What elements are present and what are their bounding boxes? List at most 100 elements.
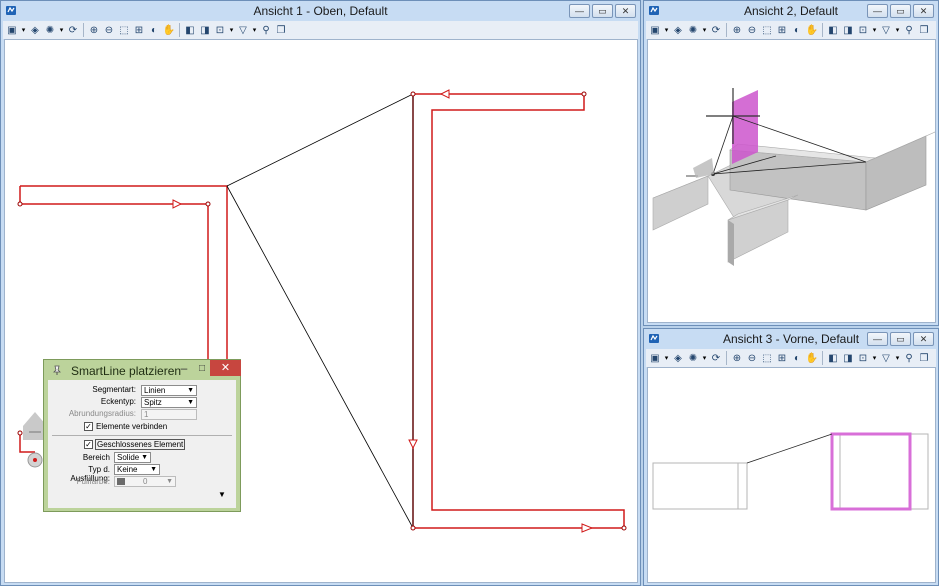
display-style-icon[interactable]: ◈ — [671, 23, 685, 37]
view3-titlebar[interactable]: Ansicht 3 - Vorne, Default — ▭ ✕ — [644, 329, 938, 349]
view-previous-icon[interactable]: ◧ — [826, 23, 840, 37]
rotate-view-icon[interactable]: ◐ — [147, 23, 161, 37]
minimize-button[interactable]: — — [867, 4, 888, 18]
chevron-down-icon[interactable]: ▾ — [701, 23, 708, 37]
close-button[interactable]: ✕ — [615, 4, 636, 18]
pin-icon[interactable] — [51, 364, 63, 376]
eckentyp-select[interactable]: Spitz ▼ — [141, 397, 197, 408]
view-attributes-icon[interactable]: ▣ — [648, 351, 662, 365]
copy-view-icon[interactable]: ❐ — [917, 23, 931, 37]
chevron-down-icon[interactable]: ▾ — [871, 23, 878, 37]
zoom-in-icon[interactable]: ⊕ — [87, 23, 101, 37]
maximize-button[interactable]: ▭ — [592, 4, 613, 18]
dialog-titlebar[interactable]: SmartLine platzieren – □ ✕ — [44, 360, 241, 380]
abrundungsradius-input[interactable]: 1 — [141, 409, 197, 420]
view-next-icon[interactable]: ◨ — [841, 351, 855, 365]
zoom-out-icon[interactable]: ⊖ — [102, 23, 116, 37]
chevron-down-icon: ▼ — [141, 454, 148, 461]
walk-icon[interactable]: ⚲ — [902, 23, 916, 37]
camera-icon[interactable]: ▽ — [879, 23, 893, 37]
chevron-down-icon[interactable]: ▾ — [251, 23, 258, 37]
window-area-icon[interactable]: ⬚ — [760, 351, 774, 365]
pan-icon[interactable]: ✋ — [805, 351, 819, 365]
pan-icon[interactable]: ✋ — [805, 23, 819, 37]
clip-volume-icon[interactable]: ⊡ — [856, 351, 870, 365]
expand-arrow-icon[interactable]: ▼ — [218, 490, 226, 499]
segmentart-select[interactable]: Linien ▼ — [141, 385, 197, 396]
view1-titlebar[interactable]: Ansicht 1 - Oben, Default — ▭ ✕ — [1, 1, 640, 21]
elemente-verbinden-checkbox[interactable]: ✓ — [84, 422, 93, 431]
view2-3d-model[interactable] — [648, 40, 935, 322]
minimize-button[interactable]: — — [569, 4, 590, 18]
view-attributes-icon[interactable]: ▣ — [648, 23, 662, 37]
fit-view-icon[interactable]: ⊞ — [775, 23, 789, 37]
maximize-button[interactable]: ▭ — [890, 4, 911, 18]
dialog-minimize-button[interactable]: – — [177, 362, 191, 375]
eckentyp-label: Eckentyp: — [100, 397, 136, 406]
rotate-view-icon[interactable]: ◐ — [790, 351, 804, 365]
close-button[interactable]: ✕ — [913, 4, 934, 18]
view3-window[interactable]: Ansicht 3 - Vorne, Default — ▭ ✕ ▣ ▾ ◈ ✺ ▾ ⟳ ⊕… — [643, 328, 939, 586]
clip-volume-icon[interactable]: ⊡ — [856, 23, 870, 37]
fit-view-icon[interactable]: ⊞ — [775, 351, 789, 365]
view2-canvas[interactable] — [647, 39, 936, 323]
view-attributes-icon[interactable]: ▣ — [5, 23, 19, 37]
walk-icon[interactable]: ⚲ — [259, 23, 273, 37]
chevron-down-icon[interactable]: ▾ — [20, 23, 27, 37]
copy-view-icon[interactable]: ❐ — [917, 351, 931, 365]
fit-view-icon[interactable]: ⊞ — [132, 23, 146, 37]
elemente-verbinden-label: Elemente verbinden — [96, 422, 168, 431]
lighting-icon[interactable]: ✺ — [686, 23, 700, 37]
walk-icon[interactable]: ⚲ — [902, 351, 916, 365]
toolbar-separator — [726, 351, 727, 365]
view-previous-icon[interactable]: ◧ — [183, 23, 197, 37]
view-next-icon[interactable]: ◨ — [841, 23, 855, 37]
window-area-icon[interactable]: ⬚ — [117, 23, 131, 37]
chevron-down-icon[interactable]: ▾ — [663, 23, 670, 37]
chevron-down-icon[interactable]: ▾ — [228, 23, 235, 37]
window-area-icon[interactable]: ⬚ — [760, 23, 774, 37]
chevron-down-icon[interactable]: ▾ — [894, 23, 901, 37]
chevron-down-icon[interactable]: ▾ — [58, 23, 65, 37]
camera-icon[interactable]: ▽ — [879, 351, 893, 365]
dialog-close-button[interactable]: ✕ — [210, 360, 241, 376]
close-button[interactable]: ✕ — [913, 332, 934, 346]
update-icon[interactable]: ⟳ — [66, 23, 80, 37]
maximize-button[interactable]: ▭ — [890, 332, 911, 346]
bereich-select[interactable]: Solide ▼ — [114, 452, 151, 463]
zoom-in-icon[interactable]: ⊕ — [730, 23, 744, 37]
smartline-dialog[interactable]: SmartLine platzieren – □ ✕ Segmentart: L… — [43, 359, 241, 512]
rotate-view-icon[interactable]: ◐ — [790, 23, 804, 37]
chevron-down-icon[interactable]: ▾ — [894, 351, 901, 365]
clip-volume-icon[interactable]: ⊡ — [213, 23, 227, 37]
view-previous-icon[interactable]: ◧ — [826, 351, 840, 365]
view3-canvas[interactable] — [647, 367, 936, 583]
zoom-out-icon[interactable]: ⊖ — [745, 351, 759, 365]
zoom-in-icon[interactable]: ⊕ — [730, 351, 744, 365]
toolbar-separator — [822, 351, 823, 365]
copy-view-icon[interactable]: ❐ — [274, 23, 288, 37]
minimize-button[interactable]: — — [867, 332, 888, 346]
view2-toolbar: ▣ ▾ ◈ ✺ ▾ ⟳ ⊕ ⊖ ⬚ ⊞ ◐ ✋ ◧ ◨ ⊡ ▾ ▽ ▾ ⚲ ❐ — [646, 21, 936, 39]
geschlossenes-element-checkbox[interactable]: ✓ — [84, 440, 93, 449]
camera-icon[interactable]: ▽ — [236, 23, 250, 37]
update-icon[interactable]: ⟳ — [709, 23, 723, 37]
view3-drawing[interactable] — [648, 368, 935, 582]
chevron-down-icon[interactable]: ▾ — [871, 351, 878, 365]
view2-window[interactable]: Ansicht 2, Default — ▭ ✕ ▣ ▾ ◈ ✺ ▾ ⟳ ⊕ ⊖ ⬚ ⊞ ◐ ✋ ◧ ◨ ⊡… — [643, 0, 939, 326]
update-icon[interactable]: ⟳ — [709, 351, 723, 365]
dialog-maximize-button[interactable]: □ — [195, 363, 209, 375]
chevron-down-icon[interactable]: ▾ — [663, 351, 670, 365]
ausfuellung-select[interactable]: Keine ▼ — [114, 464, 160, 475]
fuellfarbe-select[interactable]: 0 ▼ — [114, 476, 176, 487]
lighting-icon[interactable]: ✺ — [686, 351, 700, 365]
view-next-icon[interactable]: ◨ — [198, 23, 212, 37]
zoom-out-icon[interactable]: ⊖ — [745, 23, 759, 37]
display-style-icon[interactable]: ◈ — [671, 351, 685, 365]
abrundungsradius-label: Abrundungsradius: — [68, 409, 136, 418]
view2-titlebar[interactable]: Ansicht 2, Default — ▭ ✕ — [644, 1, 938, 21]
display-style-icon[interactable]: ◈ — [28, 23, 42, 37]
chevron-down-icon[interactable]: ▾ — [701, 351, 708, 365]
lighting-icon[interactable]: ✺ — [43, 23, 57, 37]
pan-icon[interactable]: ✋ — [162, 23, 176, 37]
